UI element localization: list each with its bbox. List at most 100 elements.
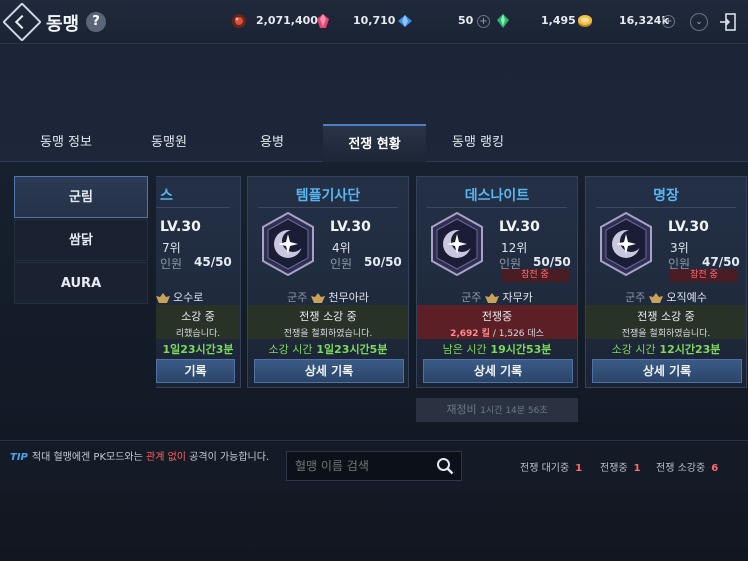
card-alliance-name: 명장 bbox=[653, 188, 679, 204]
pink-crystal-icon bbox=[317, 14, 329, 28]
card-status: 전쟁중 2,692 킬 / 1,526 데스 bbox=[417, 305, 577, 339]
card-member-count: 47/50 bbox=[702, 255, 740, 269]
reorganize-label: 재정비 bbox=[446, 403, 477, 416]
war-card: 템플기사단 LV.30 4위 인원 50/50 군주 천무아라 전쟁 소강 중 전… bbox=[247, 176, 409, 388]
card-leader: 군주 자무카 bbox=[417, 289, 577, 305]
card-timer: 소강 시간 1일23시간5분 bbox=[248, 341, 408, 357]
add-blue-gem-button[interactable]: + bbox=[477, 15, 490, 28]
sidebar-item-aura[interactable]: AURA bbox=[14, 262, 148, 304]
alliance-emblem-icon bbox=[262, 212, 314, 276]
tab-alliance-ranking[interactable]: 동맹 랭킹 bbox=[424, 124, 532, 162]
blue-gem-icon bbox=[398, 15, 412, 27]
card-status-text: 소강 중 bbox=[181, 310, 215, 323]
card-leader: 군주 오직예수 bbox=[586, 289, 746, 305]
tip-text: TIP 적대 혈맹에겐 PK모드와는 관계 없이 공격이 가능합니다. bbox=[10, 451, 278, 464]
card-leader-name: 오직예수 bbox=[666, 291, 707, 304]
in-war-badge: 참전 중 bbox=[670, 269, 738, 282]
help-icon[interactable]: ? bbox=[86, 12, 106, 32]
blue-gem-amount: 50 bbox=[458, 14, 474, 27]
war-lull-value: 6 bbox=[711, 463, 719, 474]
card-leader: 군주 천무아라 bbox=[248, 289, 408, 305]
page-title: 동맹 bbox=[46, 14, 80, 35]
card-level: LV.30 bbox=[330, 219, 371, 235]
card-timer-value: 19시간53분 bbox=[490, 343, 552, 356]
exit-icon[interactable] bbox=[720, 13, 736, 31]
detail-record-button[interactable]: 상세 기록 bbox=[592, 359, 742, 383]
chevron-down-icon[interactable]: ⌄ bbox=[690, 13, 708, 31]
pink-crystal-amount: 10,710 bbox=[353, 14, 396, 27]
card-timer: 남은 시간 19시간53분 bbox=[417, 341, 577, 357]
sidebar-item-gunlim[interactable]: 군림 bbox=[14, 176, 148, 218]
card-alliance-name: 데스나이트 bbox=[464, 188, 530, 204]
back-arrow-icon[interactable] bbox=[2, 2, 42, 42]
tip-highlight: 관계 없이 bbox=[146, 452, 186, 463]
card-timer-label: 소강 시간 bbox=[268, 343, 313, 356]
crest-icon bbox=[156, 293, 170, 303]
card-status: 소강 중 리했습니다. bbox=[156, 305, 240, 339]
card-leader-label: 군주 bbox=[287, 291, 308, 304]
gold-coin-icon bbox=[578, 15, 592, 27]
card-alliance-name: 템플기사단 bbox=[295, 188, 361, 204]
card-leader-name: 천무아라 bbox=[328, 291, 369, 304]
tip-label: TIP bbox=[10, 452, 28, 463]
card-kill-death: 2,692 킬 / 1,526 데스 bbox=[417, 324, 577, 339]
war-lull-label: 전쟁 소강중 bbox=[656, 463, 706, 474]
add-gold-button[interactable]: + bbox=[662, 15, 675, 28]
card-timer: 소강 시간 12시간23분 bbox=[586, 341, 746, 357]
card-status: 전쟁 소강 중 전쟁을 철회하였습니다. bbox=[586, 305, 746, 339]
war-active-count: 전쟁중 1 bbox=[600, 459, 641, 474]
card-leader-label: 군주 bbox=[461, 291, 482, 304]
alliance-emblem-icon bbox=[431, 212, 483, 276]
card-status-text: 전쟁 소강 중 bbox=[637, 310, 695, 323]
reorganize-button[interactable]: 재정비 1시간 14분 56초 bbox=[416, 398, 578, 422]
card-status-text: 전쟁중 bbox=[481, 310, 513, 323]
search-icon[interactable] bbox=[436, 457, 454, 475]
war-card: 스 LV.30 7위 인원 45/50 오수로 소강 중 리했습니다. 1일23… bbox=[156, 176, 241, 388]
detail-record-button[interactable]: 상세 기록 bbox=[423, 359, 573, 383]
card-kd-separator: / bbox=[492, 329, 496, 339]
sidebar-item-ssamdak[interactable]: 쌈닭 bbox=[14, 219, 148, 261]
card-member-count: 50/50 bbox=[364, 255, 402, 269]
card-leader-name: 자무카 bbox=[502, 291, 533, 304]
tab-bar: 동맹 정보 동맹원 용병 전쟁 현황 동맹 랭킹 bbox=[0, 124, 748, 162]
card-status: 전쟁 소강 중 전쟁을 철회하였습니다. bbox=[248, 305, 408, 339]
red-orb-amount: 2,071,400 bbox=[256, 14, 318, 27]
red-orb-icon bbox=[232, 14, 246, 28]
tab-members[interactable]: 동맹원 bbox=[116, 124, 222, 162]
card-kills: 2,692 킬 bbox=[450, 329, 490, 339]
card-leader-label: 군주 bbox=[625, 291, 646, 304]
green-gem-icon bbox=[497, 14, 509, 28]
war-active-value: 1 bbox=[633, 463, 641, 474]
reorganize-time: 1시간 14분 56초 bbox=[480, 406, 548, 416]
card-status-text: 전쟁 소강 중 bbox=[299, 310, 357, 323]
detail-record-button[interactable]: 상세 기록 bbox=[254, 359, 404, 383]
card-rank: 7위 bbox=[162, 241, 181, 255]
card-level: LV.30 bbox=[499, 219, 540, 235]
detail-record-button[interactable]: 기록 bbox=[156, 359, 235, 383]
alliance-emblem-icon bbox=[600, 212, 652, 276]
tab-alliance-info[interactable]: 동맹 정보 bbox=[10, 124, 122, 162]
card-status-sub: 리했습니다. bbox=[175, 329, 221, 339]
war-waiting-value: 1 bbox=[575, 463, 583, 474]
crest-icon bbox=[649, 293, 664, 303]
card-timer-value: 12시간23분 bbox=[659, 343, 721, 356]
tab-war-status[interactable]: 전쟁 현황 bbox=[323, 124, 426, 162]
card-status-sub: 전쟁을 철회하였습니다. bbox=[621, 329, 711, 339]
war-card: 명장 LV.30 3위 인원 47/50 참전 중 군주 오직예수 전쟁 소강 중… bbox=[585, 176, 747, 388]
war-lull-count: 전쟁 소강중 6 bbox=[656, 459, 718, 474]
in-war-badge: 참전 중 bbox=[501, 269, 569, 282]
card-rank: 4위 bbox=[332, 241, 351, 255]
war-waiting-count: 전쟁 대기중 1 bbox=[520, 459, 582, 474]
war-card: 데스나이트 LV.30 12위 인원 50/50 참전 중 군주 자무카 전쟁중 … bbox=[416, 176, 578, 388]
crest-icon bbox=[485, 293, 500, 303]
war-active-label: 전쟁중 bbox=[600, 463, 628, 474]
card-alliance-name: 스 bbox=[160, 188, 173, 204]
war-waiting-label: 전쟁 대기중 bbox=[520, 463, 570, 474]
card-deaths: 1,526 데스 bbox=[498, 329, 544, 339]
card-level: LV.30 bbox=[160, 219, 201, 235]
top-bar: 동맹 ? 2,071,400 10,710 50 + 1,495 16,324k… bbox=[0, 0, 748, 44]
card-timer-label: 남은 시간 bbox=[442, 343, 487, 356]
card-member-label: 인원 bbox=[160, 257, 183, 271]
tab-mercenary[interactable]: 용병 bbox=[222, 124, 322, 162]
card-member-count: 50/50 bbox=[533, 255, 571, 269]
